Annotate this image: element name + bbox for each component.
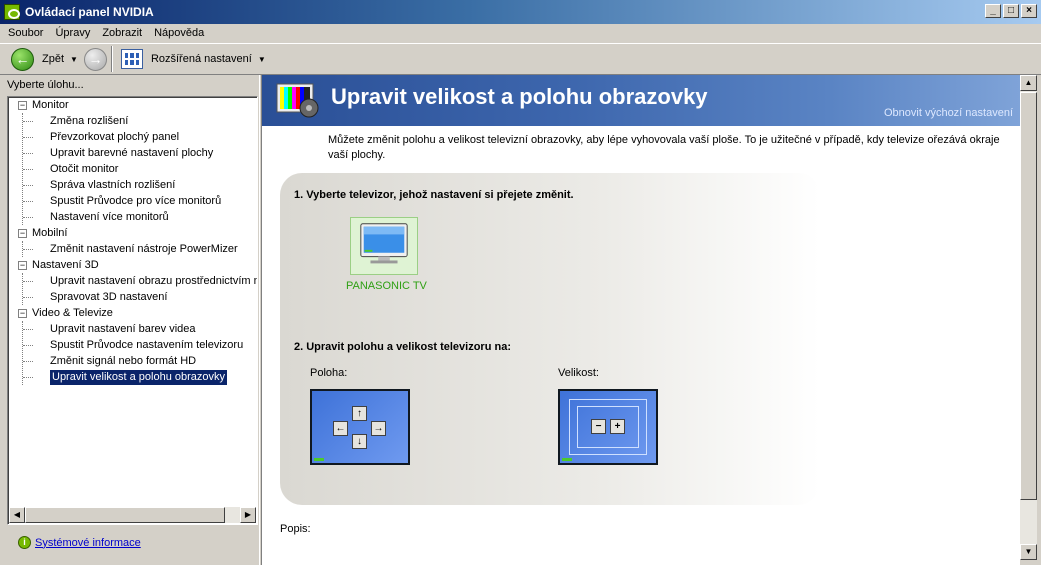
scroll-up-icon[interactable]: ▲ [1020,75,1037,91]
scroll-down-icon[interactable]: ▼ [1020,544,1037,560]
tree-item[interactable]: Upravit barevné nastavení plochy [50,145,213,161]
tree-item[interactable]: Nastavení více monitorů [50,209,169,225]
window-title: Ovládací panel NVIDIA [25,5,154,19]
toolbar: ← Zpět ▼ → Rozšířená nastavení ▼ [0,43,1041,75]
system-info-link[interactable]: Systémové informace [35,537,141,549]
tv-settings-icon [276,83,319,118]
step-1-heading: 1. Vyberte televizor, jehož nastavení si… [294,189,574,201]
maximize-button[interactable]: □ [1003,4,1019,18]
content-vertical-scrollbar[interactable]: ▲ ▼ [1020,75,1037,560]
intro-text: Můžete změnit polohu a velikost televizn… [328,134,1000,161]
tree-group-monitor[interactable]: Monitor [32,97,69,113]
menu-help[interactable]: Nápověda [148,27,210,39]
video-collapse-icon[interactable]: − [18,309,27,318]
settings-panel: 1. Vyberte televizor, jehož nastavení si… [280,173,820,505]
shrink-button[interactable]: − [591,419,606,434]
tree-group-3d[interactable]: Nastavení 3D [32,257,99,273]
tree-item[interactable]: Upravit nastavení barev videa [50,321,196,337]
close-button[interactable]: × [1021,4,1037,18]
tree-group-mobile[interactable]: Mobilní [32,225,67,241]
step-2-heading: 2. Upravit polohu a velikost televizoru … [294,341,511,353]
tree-group-video[interactable]: Video & Televize [32,305,113,321]
size-control: − + [558,389,658,465]
enlarge-button[interactable]: + [610,419,625,434]
mobile-collapse-icon[interactable]: − [18,229,27,238]
sidebar-header: Vyberte úlohu... [7,79,84,91]
3d-collapse-icon[interactable]: − [18,261,27,270]
move-down-button[interactable]: ↓ [352,434,367,449]
back-dropdown-icon[interactable]: ▼ [70,55,78,64]
minimize-button[interactable]: _ [985,4,1001,18]
nvidia-logo-icon [4,4,20,20]
scroll-right-icon[interactable]: ▶ [240,507,256,523]
tree-item[interactable]: Převzorkovat plochý panel [50,129,179,145]
menu-file[interactable]: Soubor [2,27,49,39]
tree-item-selected[interactable]: Upravit velikost a polohu obrazovky [50,370,228,385]
description-label: Popis: [280,523,311,535]
advanced-dropdown-icon[interactable]: ▼ [258,55,266,64]
scroll-thumb[interactable] [25,507,225,523]
info-icon: i [18,536,31,549]
content-scroll-thumb[interactable] [1020,92,1037,500]
tree-item[interactable]: Otočit monitor [50,161,118,177]
tree-item[interactable]: Změnit nastavení nástroje PowerMizer [50,241,238,257]
tree-item[interactable]: Správa vlastních rozlišení [50,177,175,193]
tree-item[interactable]: Spustit Průvodce pro více monitorů [50,193,221,209]
forward-arrow-icon[interactable]: → [83,47,107,71]
monitor-collapse-icon[interactable]: − [18,101,27,110]
position-label: Poloha: [310,367,348,379]
page-title: Upravit velikost a polohu obrazovky [331,84,708,109]
menu-bar: Soubor Úpravy Zobrazit Nápověda [0,24,1041,42]
move-left-button[interactable]: ← [333,421,348,436]
tree-item[interactable]: Změna rozlišení [50,113,128,129]
tree-item[interactable]: Upravit nastavení obrazu prostřednictvím… [50,273,257,289]
position-control: ↑ ← → ↓ [310,389,410,465]
move-up-button[interactable]: ↑ [352,406,367,421]
advanced-settings-icon[interactable] [120,49,143,69]
scroll-left-icon[interactable]: ◀ [9,507,25,523]
toolbar-separator [110,46,113,72]
tree-horizontal-scrollbar[interactable]: ◀ ▶ [9,507,256,523]
tree-item[interactable]: Změnit signál nebo formát HD [50,353,196,369]
back-button-label[interactable]: Zpět [42,53,64,65]
back-arrow-icon[interactable]: ← [11,47,34,71]
content-pane: Upravit velikost a polohu obrazovky Obno… [262,75,1020,565]
restore-defaults-link[interactable]: Obnovit výchozí nastavení [884,107,1013,119]
system-info: i Systémové informace [18,536,141,549]
tv-selector[interactable] [350,217,418,275]
tv-name: PANASONIC TV [346,280,427,292]
tree-item[interactable]: Spravovat 3D nastavení [50,289,167,305]
task-tree: − Monitor Změna rozlišení Převzorkovat p… [7,96,258,525]
tv-icon [360,223,408,264]
tree-item[interactable]: Spustit Průvodce nastavením televizoru [50,337,243,353]
page-banner: Upravit velikost a polohu obrazovky Obno… [262,75,1020,126]
menu-view[interactable]: Zobrazit [96,27,148,39]
menu-edit[interactable]: Úpravy [49,27,96,39]
advanced-settings-button[interactable]: Rozšířená nastavení [151,53,252,65]
size-label: Velikost: [558,367,599,379]
move-right-button[interactable]: → [371,421,386,436]
title-bar: Ovládací panel NVIDIA _ □ × [0,0,1041,24]
